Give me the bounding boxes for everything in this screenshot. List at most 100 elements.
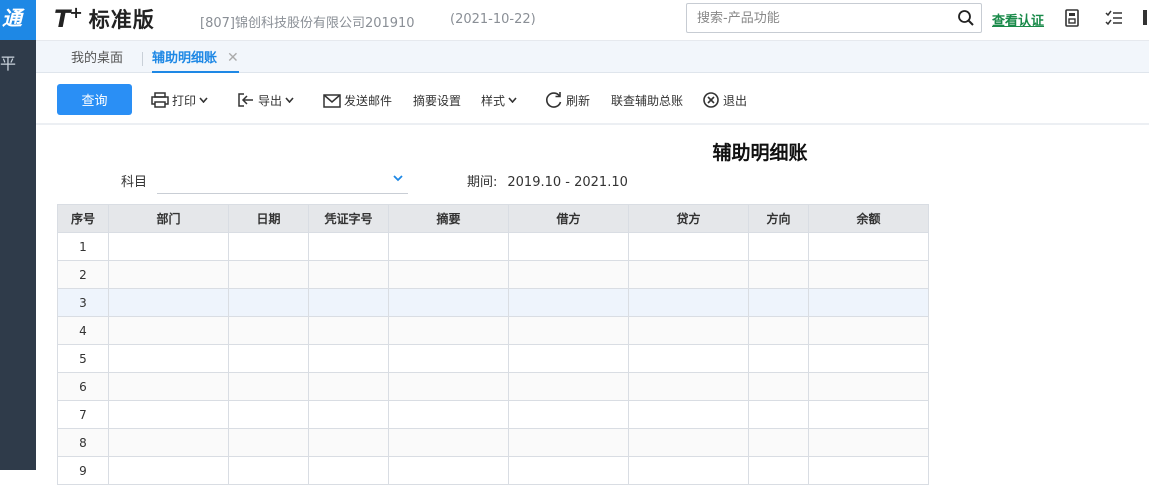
table-cell[interactable] (228, 456, 309, 485)
table-cell[interactable] (628, 260, 749, 289)
table-cell[interactable] (388, 456, 509, 485)
table-cell[interactable] (808, 260, 929, 289)
row-number[interactable]: 6 (57, 372, 109, 401)
table-cell[interactable] (308, 372, 389, 401)
table-cell[interactable] (228, 232, 309, 261)
close-icon[interactable]: ✕ (227, 50, 239, 66)
table-cell[interactable] (108, 344, 229, 373)
calculator-icon[interactable] (1062, 8, 1082, 28)
column-header[interactable]: 凭证字号 (308, 204, 389, 233)
row-number[interactable]: 8 (57, 428, 109, 457)
table-cell[interactable] (508, 456, 629, 485)
table-cell[interactable] (308, 456, 389, 485)
table-row[interactable]: 5 (57, 344, 929, 373)
table-cell[interactable] (388, 372, 509, 401)
print-button[interactable]: 打印 (151, 90, 211, 110)
table-row[interactable]: 7 (57, 400, 929, 429)
table-cell[interactable] (228, 316, 309, 345)
table-cell[interactable] (108, 400, 229, 429)
exit-button[interactable]: 退出 (702, 90, 747, 110)
table-cell[interactable] (748, 344, 809, 373)
table-cell[interactable] (508, 260, 629, 289)
table-row[interactable]: 6 (57, 372, 929, 401)
table-cell[interactable] (748, 400, 809, 429)
table-cell[interactable] (808, 316, 929, 345)
table-cell[interactable] (808, 400, 929, 429)
table-cell[interactable] (388, 232, 509, 261)
table-cell[interactable] (228, 288, 309, 317)
table-cell[interactable] (508, 372, 629, 401)
row-number[interactable]: 9 (57, 456, 109, 485)
table-cell[interactable] (628, 344, 749, 373)
summary-settings-button[interactable]: 摘要设置 (413, 90, 461, 110)
table-cell[interactable] (508, 316, 629, 345)
table-cell[interactable] (308, 316, 389, 345)
table-cell[interactable] (508, 288, 629, 317)
column-header[interactable]: 方向 (748, 204, 809, 233)
style-button[interactable]: 样式 (481, 90, 520, 110)
table-cell[interactable] (388, 260, 509, 289)
table-cell[interactable] (108, 232, 229, 261)
column-header[interactable]: 部门 (108, 204, 229, 233)
table-cell[interactable] (228, 260, 309, 289)
row-number[interactable]: 1 (57, 232, 109, 261)
sidebar-item[interactable]: 平 (0, 50, 36, 74)
table-cell[interactable] (628, 456, 749, 485)
table-cell[interactable] (308, 232, 389, 261)
bookmark-icon[interactable] (1142, 8, 1149, 28)
table-cell[interactable] (628, 316, 749, 345)
row-number[interactable]: 3 (57, 288, 109, 317)
table-cell[interactable] (388, 316, 509, 345)
row-number[interactable]: 2 (57, 260, 109, 289)
table-cell[interactable] (808, 456, 929, 485)
table-cell[interactable] (748, 260, 809, 289)
table-row[interactable]: 8 (57, 428, 929, 457)
column-header[interactable]: 余额 (808, 204, 929, 233)
table-cell[interactable] (108, 372, 229, 401)
table-row[interactable]: 9 (57, 456, 929, 485)
table-cell[interactable] (508, 344, 629, 373)
table-cell[interactable] (308, 400, 389, 429)
refresh-button[interactable]: 刷新 (545, 90, 590, 110)
table-cell[interactable] (108, 428, 229, 457)
verify-link[interactable]: 查看认证 (992, 10, 1044, 29)
query-button[interactable]: 查询 (57, 84, 132, 115)
table-row[interactable]: 4 (57, 316, 929, 345)
column-header[interactable]: 贷方 (628, 204, 749, 233)
table-cell[interactable] (808, 372, 929, 401)
table-cell[interactable] (748, 288, 809, 317)
table-cell[interactable] (388, 428, 509, 457)
table-cell[interactable] (748, 456, 809, 485)
search-box[interactable] (686, 3, 982, 33)
column-header[interactable]: 日期 (228, 204, 309, 233)
tab-aux-detail-ledger[interactable]: 辅助明细账 ✕ (152, 41, 239, 73)
table-cell[interactable] (308, 288, 389, 317)
table-cell[interactable] (228, 344, 309, 373)
chevron-down-icon[interactable] (392, 174, 404, 182)
table-cell[interactable] (508, 428, 629, 457)
table-cell[interactable] (628, 232, 749, 261)
table-cell[interactable] (228, 400, 309, 429)
table-cell[interactable] (108, 260, 229, 289)
table-cell[interactable] (628, 288, 749, 317)
column-header[interactable]: 序号 (57, 204, 109, 233)
linked-aux-ledger-button[interactable]: 联查辅助总账 (611, 90, 683, 110)
table-cell[interactable] (508, 232, 629, 261)
table-cell[interactable] (308, 344, 389, 373)
table-cell[interactable] (108, 456, 229, 485)
row-number[interactable]: 5 (57, 344, 109, 373)
table-row[interactable]: 1 (57, 232, 929, 261)
table-cell[interactable] (108, 288, 229, 317)
search-icon[interactable] (957, 9, 975, 27)
table-row[interactable]: 2 (57, 260, 929, 289)
table-cell[interactable] (628, 372, 749, 401)
checklist-icon[interactable] (1104, 8, 1124, 28)
table-cell[interactable] (628, 428, 749, 457)
table-cell[interactable] (228, 372, 309, 401)
table-row[interactable]: 3 (57, 288, 929, 317)
table-cell[interactable] (808, 232, 929, 261)
row-number[interactable]: 7 (57, 400, 109, 429)
table-cell[interactable] (308, 260, 389, 289)
table-cell[interactable] (388, 344, 509, 373)
row-number[interactable]: 4 (57, 316, 109, 345)
